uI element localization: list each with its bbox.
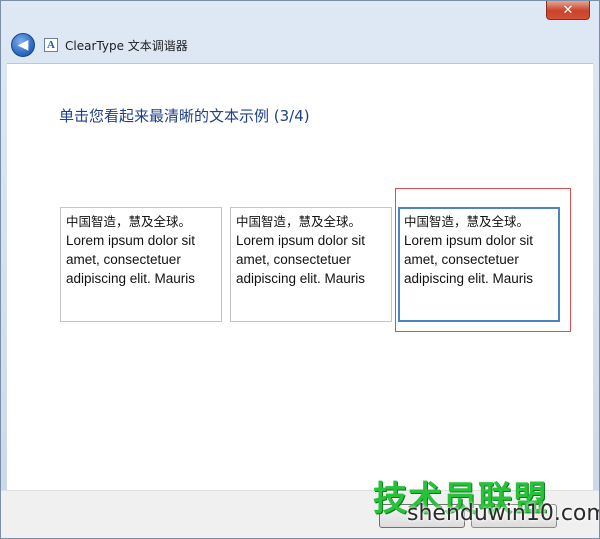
sample-latin-text: Lorem ipsum dolor sit amet, consectetuer… [236, 233, 366, 286]
back-arrow-icon: ◀ [17, 37, 29, 53]
title-bar: ✕ [1, 1, 599, 29]
text-sample-1[interactable]: 中国智造，慧及全球。 Lorem ipsum dolor sit amet, c… [60, 207, 222, 322]
close-icon: ✕ [562, 2, 574, 18]
cleartype-app-icon: A [44, 38, 58, 52]
back-button[interactable]: ◀ [11, 33, 35, 57]
site-watermark: 技术员联盟 shenduwin10.com [373, 471, 599, 537]
cleartype-tuner-window: ✕ ◀ A ClearType 文本调谐器 单击您看起来最清晰的文本示例 (3/… [0, 0, 600, 539]
text-sample-2[interactable]: 中国智造，慧及全球。 Lorem ipsum dolor sit amet, c… [230, 207, 392, 322]
navigation-bar: ◀ A ClearType 文本调谐器 [1, 29, 599, 63]
sample-cjk-text: 中国智造，慧及全球。 [66, 214, 192, 229]
text-sample-3-selected[interactable]: 中国智造，慧及全球。 Lorem ipsum dolor sit amet, c… [398, 207, 560, 322]
instruction-text: 单击您看起来最清晰的文本示例 (3/4) [59, 107, 310, 125]
close-button[interactable]: ✕ [546, 1, 590, 20]
watermark-en-text: shenduwin10.com [407, 501, 600, 526]
sample-latin-text: Lorem ipsum dolor sit amet, consectetuer… [66, 233, 196, 286]
sample-cjk-text: 中国智造，慧及全球。 [404, 214, 530, 229]
app-title: ClearType 文本调谐器 [65, 39, 188, 53]
sample-cjk-text: 中国智造，慧及全球。 [236, 214, 362, 229]
sample-latin-text: Lorem ipsum dolor sit amet, consectetuer… [404, 233, 534, 286]
content-area: 单击您看起来最清晰的文本示例 (3/4) 中国智造，慧及全球。 Lorem ip… [7, 63, 593, 491]
